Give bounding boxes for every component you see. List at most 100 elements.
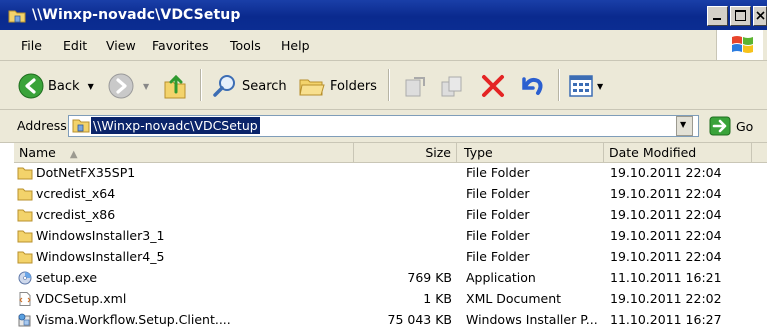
menu-help[interactable]: Help — [281, 38, 310, 53]
folders-icon — [299, 79, 325, 96]
folder-icon — [17, 167, 33, 180]
menu-file[interactable]: File — [21, 38, 42, 53]
file-size: 1 KB — [423, 291, 452, 306]
toolbar-separator — [558, 69, 560, 101]
file-name: setup.exe — [36, 270, 98, 285]
file-type: File Folder — [466, 186, 530, 201]
back-label: Back — [48, 78, 80, 94]
column-header-size-label: Size — [425, 145, 451, 160]
network-folder-icon — [72, 119, 90, 133]
go-arrow-icon — [709, 116, 731, 136]
copy-to-button[interactable] — [440, 74, 466, 98]
file-type: File Folder — [466, 228, 530, 243]
forward-dropdown-icon[interactable]: ▼ — [143, 82, 149, 91]
list-item[interactable]: WindowsInstaller4_5 File Folder 19.10.20… — [14, 247, 767, 268]
views-grid-icon — [569, 75, 593, 97]
folders-label: Folders — [330, 78, 377, 94]
move-to-button[interactable] — [402, 74, 428, 98]
folder-icon — [17, 230, 33, 243]
column-header-date-modified[interactable]: Date Modified — [604, 143, 752, 163]
setup-exe-icon — [18, 271, 32, 285]
file-date: 19.10.2011 22:04 — [610, 228, 722, 243]
go-label: Go — [736, 118, 754, 134]
file-name: WindowsInstaller4_5 — [36, 249, 165, 264]
file-date: 19.10.2011 22:04 — [610, 186, 722, 201]
column-header-name-label: Name — [19, 145, 56, 160]
column-header-size[interactable]: Size — [354, 143, 457, 163]
folder-icon — [17, 209, 33, 222]
address-value: \\Winxp-novadc\VDCSetup — [91, 117, 260, 134]
minimize-button[interactable] — [707, 6, 728, 26]
column-header-name[interactable]: Name ▲ — [14, 143, 354, 163]
file-type: XML Document — [466, 291, 562, 306]
toolbar: Back ▼ ▼ Search Folders ▼ — [0, 61, 767, 110]
file-size: 75 043 KB — [387, 312, 452, 327]
undo-button[interactable] — [518, 73, 546, 99]
search-icon — [213, 75, 235, 97]
file-name: vcredist_x64 — [36, 186, 116, 201]
back-dropdown-icon[interactable]: ▼ — [88, 82, 94, 91]
file-name: DotNetFX35SP1 — [36, 165, 136, 180]
msi-package-icon — [18, 313, 31, 327]
file-name: WindowsInstaller3_1 — [36, 228, 165, 243]
folders-button[interactable]: Folders — [298, 73, 377, 99]
menu-favorites[interactable]: Favorites — [152, 38, 208, 53]
file-size: 769 KB — [407, 270, 452, 285]
column-header-type[interactable]: Type — [457, 143, 604, 163]
delete-button[interactable] — [480, 73, 506, 99]
file-date: 11.10.2011 16:21 — [610, 270, 722, 285]
list-item[interactable]: vcredist_x86 File Folder 19.10.2011 22:0… — [14, 205, 767, 226]
file-name: Visma.Workflow.Setup.Client.... — [36, 312, 231, 327]
menu-edit[interactable]: Edit — [63, 38, 87, 53]
column-header-empty — [752, 143, 767, 163]
address-dropdown-button[interactable]: ▼ — [676, 116, 693, 136]
back-button[interactable]: Back ▼ — [18, 73, 94, 99]
menu-tools[interactable]: Tools — [230, 38, 261, 53]
minimize-icon — [713, 18, 721, 20]
folder-icon — [17, 188, 33, 201]
go-button[interactable]: Go — [709, 116, 753, 136]
close-icon — [756, 11, 765, 20]
file-date: 19.10.2011 22:04 — [610, 165, 722, 180]
folder-icon — [17, 251, 33, 264]
chevron-down-icon: ▼ — [680, 120, 687, 129]
move-to-icon — [405, 77, 425, 97]
list-item[interactable]: VDCSetup.xml 1 KB XML Document 19.10.201… — [14, 289, 767, 310]
xml-document-icon — [19, 292, 31, 306]
file-date: 19.10.2011 22:04 — [610, 249, 722, 264]
sort-ascending-icon: ▲ — [69, 149, 78, 160]
column-header-type-label: Type — [464, 145, 493, 160]
up-folder-icon — [164, 74, 186, 99]
list-item[interactable]: vcredist_x64 File Folder 19.10.2011 22:0… — [14, 184, 767, 205]
file-date: 19.10.2011 22:04 — [610, 207, 722, 222]
maximize-button[interactable] — [730, 6, 751, 26]
windows-flag-icon — [732, 36, 753, 53]
file-date: 11.10.2011 16:27 — [610, 312, 722, 327]
file-type: File Folder — [466, 249, 530, 264]
column-header-row: Name ▲ Size Type Date Modified — [14, 143, 767, 163]
list-item[interactable]: WindowsInstaller3_1 File Folder 19.10.20… — [14, 226, 767, 247]
list-item[interactable]: setup.exe 769 KB Application 11.10.2011 … — [14, 268, 767, 289]
list-item[interactable]: Visma.Workflow.Setup.Client.... 75 043 K… — [14, 310, 767, 331]
maximize-icon — [735, 10, 746, 21]
column-header-date-label: Date Modified — [609, 145, 697, 160]
search-label: Search — [242, 78, 287, 94]
toolbar-separator — [200, 69, 202, 101]
address-label: Address — [17, 118, 67, 133]
window-title: \\Winxp-novadc\VDCSetup — [32, 7, 241, 23]
views-button[interactable]: ▼ — [568, 73, 603, 99]
forward-arrow-icon — [108, 73, 134, 99]
menu-view[interactable]: View — [106, 38, 136, 53]
delete-x-icon — [482, 75, 504, 97]
up-folder-button[interactable] — [163, 72, 189, 100]
views-dropdown-icon[interactable]: ▼ — [597, 82, 603, 91]
list-item[interactable]: DotNetFX35SP1 File Folder 19.10.2011 22:… — [14, 163, 767, 184]
file-type: File Folder — [466, 207, 530, 222]
close-button[interactable] — [753, 6, 767, 26]
forward-button[interactable]: ▼ — [108, 73, 149, 99]
title-bar[interactable]: \\Winxp-novadc\VDCSetup — [0, 0, 767, 30]
address-input[interactable]: \\Winxp-novadc\VDCSetup — [68, 115, 699, 137]
file-type: Windows Installer P... — [466, 312, 598, 327]
file-type: File Folder — [466, 165, 530, 180]
search-button[interactable]: Search — [212, 73, 287, 99]
